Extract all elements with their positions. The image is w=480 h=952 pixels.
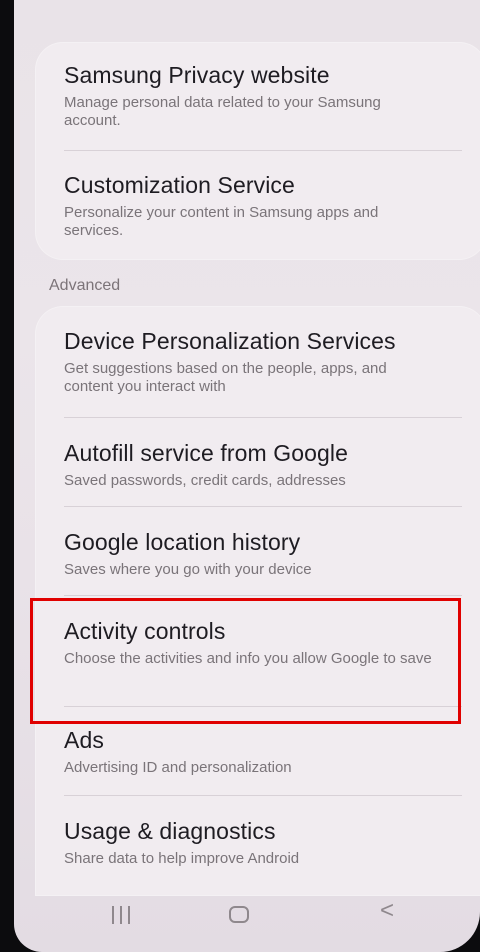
item-description: Personalize your content in Samsung apps…	[64, 204, 379, 239]
phone-frame: Samsung Privacy website Manage personal …	[0, 0, 480, 952]
device-personalization-services-item[interactable]: Device Personalization Services Get sugg…	[35, 306, 480, 417]
item-title: Customization Service	[64, 172, 295, 198]
item-title: Samsung Privacy website	[64, 62, 330, 88]
recent-bar	[128, 906, 130, 924]
item-title: Google location history	[64, 529, 301, 555]
item-title: Ads	[64, 727, 104, 753]
samsung-privacy-website-item[interactable]: Samsung Privacy website Manage personal …	[35, 42, 480, 150]
item-title: Usage & diagnostics	[64, 818, 276, 844]
item-description: Share data to help improve Android	[64, 850, 300, 867]
section-header-advanced: Advanced	[49, 277, 121, 294]
item-title: Autofill service from Google	[64, 440, 349, 466]
recent-bar	[120, 906, 122, 924]
settings-screen: Samsung Privacy website Manage personal …	[14, 0, 480, 952]
google-location-history-item[interactable]: Google location history Saves where you …	[35, 507, 480, 595]
item-description: Get suggestions based on the people, app…	[64, 360, 387, 395]
item-description: Saves where you go with your device	[64, 561, 312, 578]
customization-service-item[interactable]: Customization Service Personalize your c…	[35, 151, 480, 260]
item-description: Manage personal data related to your Sam…	[64, 94, 381, 129]
item-title: Device Personalization Services	[64, 328, 396, 354]
usage-diagnostics-item[interactable]: Usage & diagnostics Share data to help i…	[35, 796, 480, 896]
highlight-box	[30, 598, 461, 724]
recent-apps-icon[interactable]	[108, 902, 138, 928]
navigation-bar: <	[14, 886, 480, 952]
item-description: Saved passwords, credit cards, addresses	[64, 472, 346, 489]
home-icon[interactable]	[229, 906, 249, 923]
autofill-service-item[interactable]: Autofill service from Google Saved passw…	[35, 418, 480, 506]
recent-bar	[112, 906, 114, 924]
privacy-card: Samsung Privacy website Manage personal …	[35, 42, 480, 260]
item-description: Advertising ID and personalization	[64, 759, 292, 776]
back-icon[interactable]: <	[372, 896, 402, 926]
